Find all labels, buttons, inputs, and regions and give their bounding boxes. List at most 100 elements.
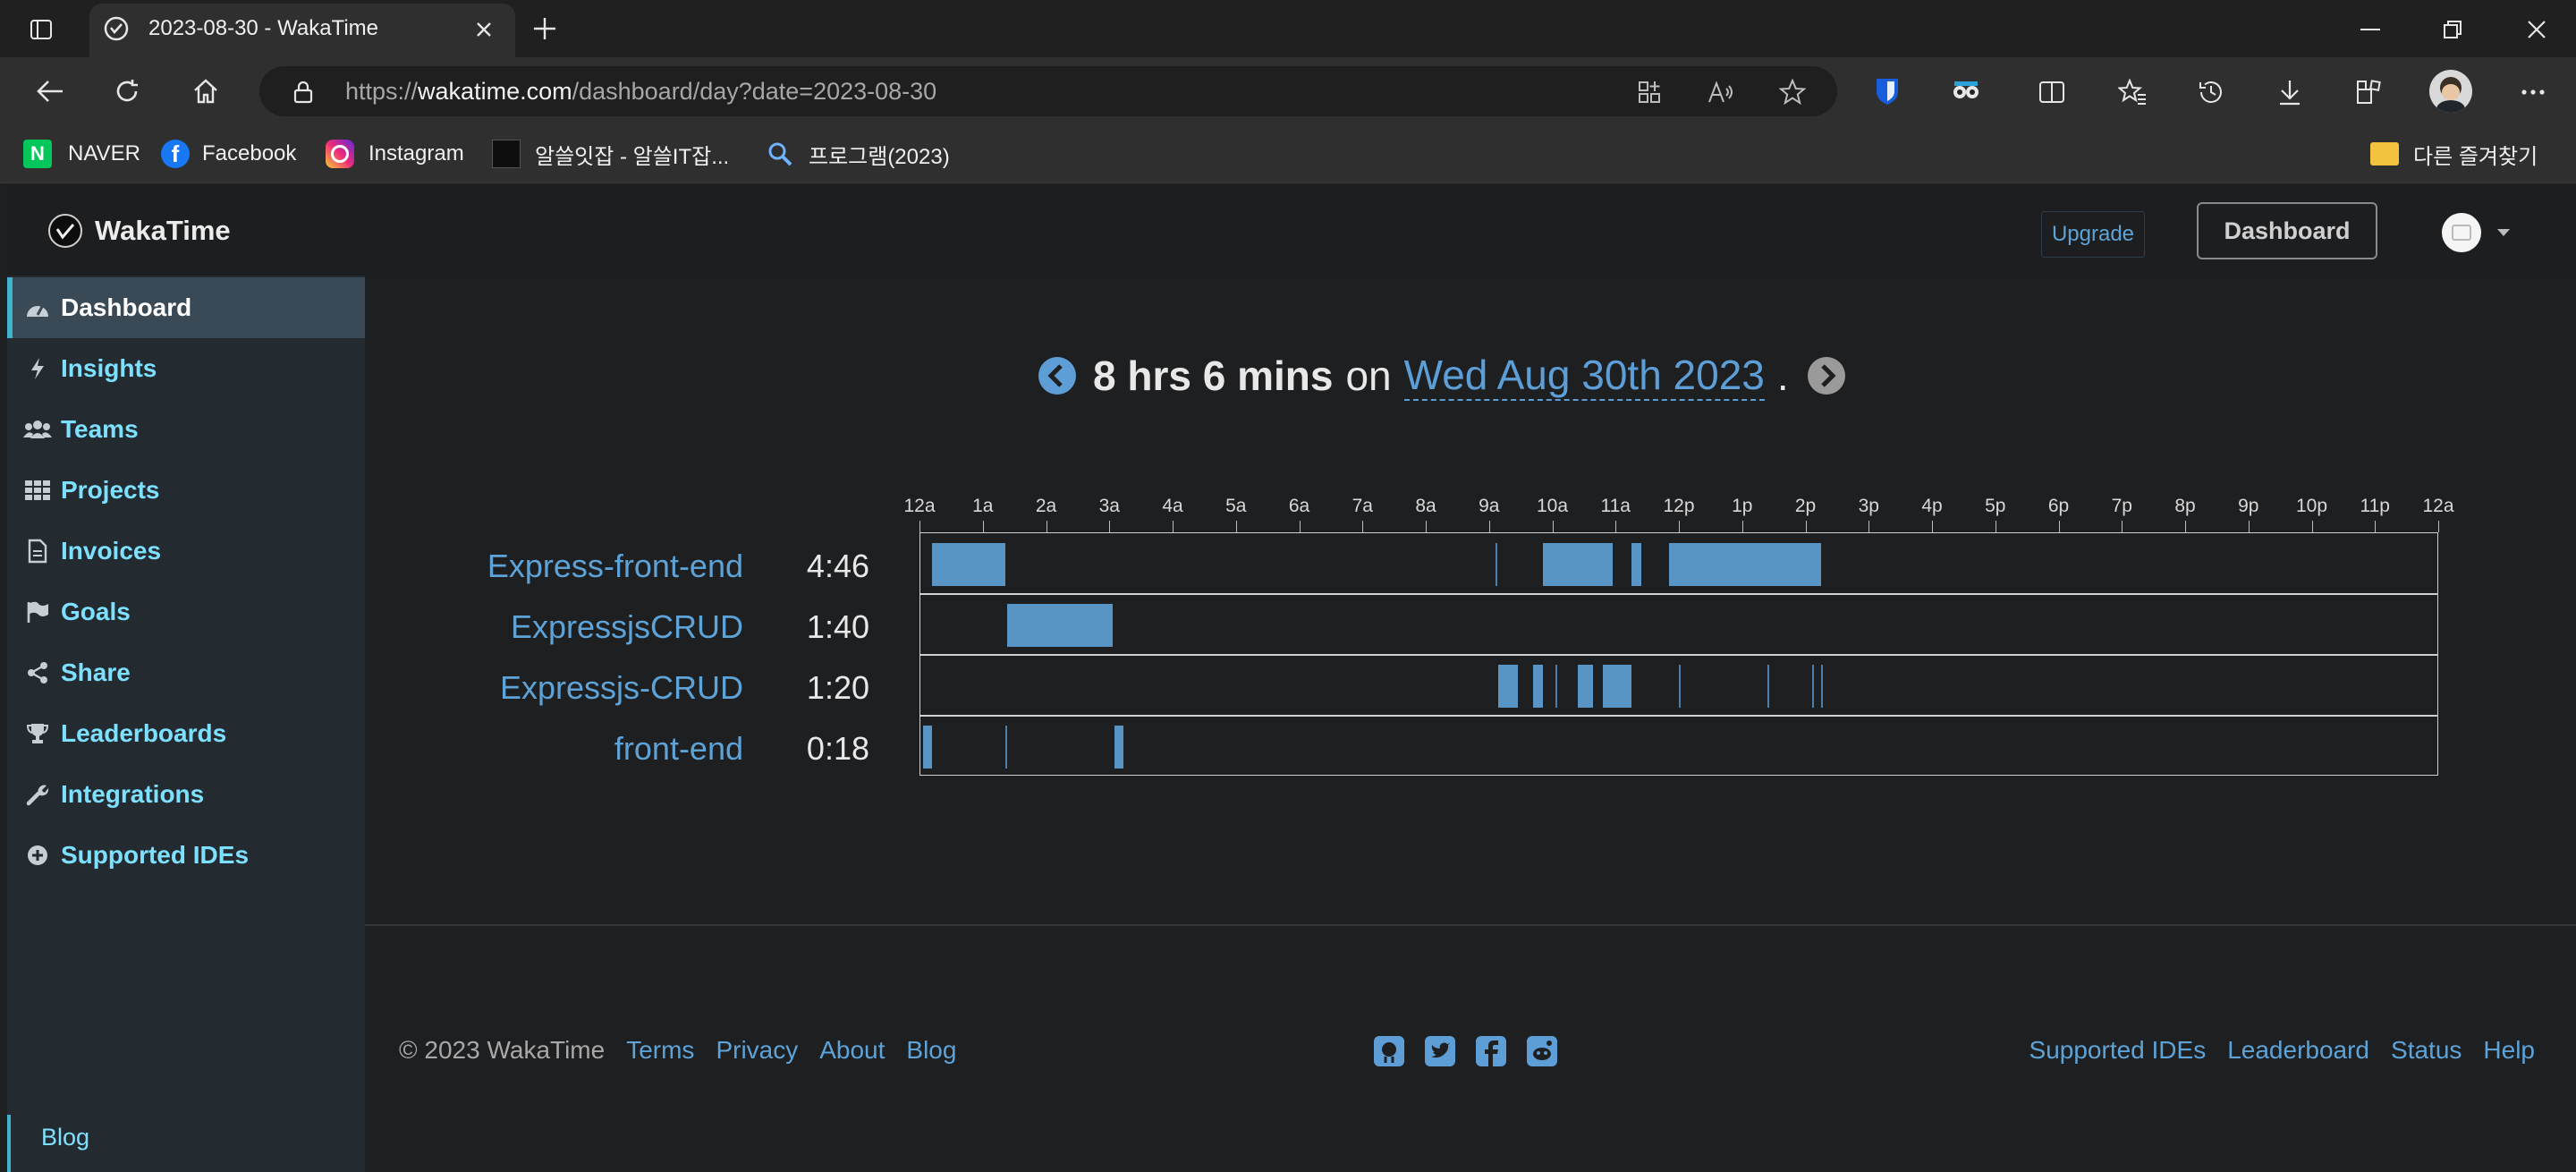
wakatime-logo-icon (48, 214, 82, 248)
bookmark-facebook[interactable]: f Facebook (161, 138, 296, 170)
apps-icon[interactable] (1633, 77, 1665, 107)
previous-day-icon[interactable] (1038, 356, 1077, 395)
sidebar-item-leaderboards[interactable]: Leaderboards (7, 703, 365, 764)
activity-bar[interactable] (1006, 604, 1113, 647)
reddit-icon[interactable] (1527, 1036, 1557, 1066)
sidebar-item-integrations[interactable]: Integrations (7, 764, 365, 825)
project-link-front-end[interactable]: front-end (614, 730, 743, 768)
share-icon (23, 661, 52, 684)
split-screen-icon[interactable] (2036, 77, 2068, 107)
about-link[interactable]: About (819, 1036, 885, 1065)
activity-bar[interactable] (1495, 543, 1497, 586)
activity-bar[interactable] (1679, 665, 1681, 708)
project-link-expressjs-crud[interactable]: Expressjs-CRUD (500, 669, 743, 707)
read-aloud-icon[interactable] (1705, 77, 1737, 107)
activity-bar[interactable] (1114, 726, 1123, 769)
project-link-expressjscrud[interactable]: ExpressjsCRUD (511, 608, 743, 646)
help-link[interactable]: Help (2483, 1036, 2535, 1065)
activity-bar[interactable] (1631, 543, 1641, 586)
hour-tick-mark (1046, 521, 1047, 532)
hour-tick-label: 1a (972, 496, 994, 516)
leaderboard-link[interactable]: Leaderboard (2227, 1036, 2369, 1065)
activity-bar[interactable] (1004, 726, 1007, 769)
sidebar-item-label: Teams (61, 415, 139, 443)
sidebar-item-invoices[interactable]: Invoices (7, 521, 365, 582)
activity-bar[interactable] (1669, 543, 1822, 586)
minimize-icon[interactable] (2352, 14, 2388, 45)
activity-bar[interactable] (1821, 665, 1824, 708)
bookmark-alsseul[interactable]: 알쓸잇잡 - 알쓸IT잡... (492, 138, 729, 170)
hour-tick-mark (1932, 521, 1933, 532)
close-tab-icon[interactable] (470, 16, 497, 43)
activity-bar[interactable] (1555, 665, 1558, 708)
extension-icon[interactable] (1950, 75, 1982, 107)
footer-left: © 2023 WakaTime Terms Privacy About Blog (399, 1036, 956, 1065)
activity-bar[interactable] (1498, 665, 1518, 708)
hour-tick-mark (1173, 521, 1174, 532)
profile-avatar[interactable] (2429, 70, 2472, 113)
supported-ides-link[interactable]: Supported IDEs (2029, 1036, 2207, 1065)
project-time: 1:40 (806, 608, 869, 645)
sidebar-item-label: Leaderboards (61, 719, 227, 747)
privacy-link[interactable]: Privacy (716, 1036, 798, 1065)
next-day-icon[interactable] (1807, 356, 1846, 395)
favorite-star-icon[interactable] (1776, 77, 1809, 107)
project-time: 0:18 (806, 730, 869, 767)
new-tab-icon[interactable] (530, 13, 560, 44)
bitwarden-extension-icon[interactable] (1871, 75, 1903, 107)
activity-bar[interactable] (1533, 665, 1543, 708)
trophy-icon (23, 722, 52, 745)
favorites-icon[interactable] (2116, 77, 2148, 107)
hour-tick-mark (1488, 521, 1490, 532)
activity-bar[interactable] (1767, 665, 1770, 708)
hour-tick-label: 6a (1288, 496, 1310, 516)
other-favorites[interactable]: 다른 즐겨찾기 (2370, 138, 2538, 170)
project-link-express-front-end[interactable]: Express-front-end (487, 548, 743, 585)
sidebar-item-teams[interactable]: Teams (7, 399, 365, 460)
sidebar-blog-link[interactable]: Blog (41, 1124, 89, 1151)
dashboard-button[interactable]: Dashboard (2197, 202, 2377, 259)
back-icon[interactable] (32, 75, 68, 107)
activity-bar[interactable] (1811, 665, 1814, 708)
activity-bar[interactable] (922, 726, 933, 769)
activity-bar[interactable] (1542, 543, 1613, 586)
plus-circle-icon (23, 845, 52, 866)
bookmark-naver[interactable]: N NAVER (23, 138, 140, 170)
close-window-icon[interactable] (2519, 14, 2555, 45)
activity-bar[interactable] (1577, 665, 1594, 708)
downloads-icon[interactable] (2274, 77, 2306, 107)
sidebar-item-label: Dashboard (61, 293, 192, 321)
history-icon[interactable] (2195, 77, 2227, 107)
activity-bar[interactable] (932, 543, 1005, 586)
sidebar-item-insights[interactable]: Insights (7, 338, 365, 399)
extensions-icon[interactable] (2352, 77, 2385, 107)
sidebar-item-share[interactable]: Share (7, 642, 365, 703)
sidebar-item-dashboard[interactable]: Dashboard (7, 277, 365, 338)
sidebar-item-projects[interactable]: Projects (7, 460, 365, 521)
status-link[interactable]: Status (2391, 1036, 2462, 1065)
upgrade-button[interactable]: Upgrade (2041, 211, 2145, 258)
terms-link[interactable]: Terms (626, 1036, 694, 1065)
sidebar-item-goals[interactable]: Goals (7, 582, 365, 642)
bookmark-instagram[interactable]: Instagram (326, 138, 464, 170)
hour-tick-label: 5p (1985, 496, 2006, 516)
wakatime-favicon (102, 14, 131, 43)
url-text[interactable]: https://wakatime.com/dashboard/day?date=… (345, 78, 936, 106)
timeline-row-divider (919, 593, 2438, 595)
home-icon[interactable] (188, 75, 224, 107)
facebook-icon[interactable] (1476, 1036, 1506, 1066)
user-menu[interactable] (2442, 213, 2522, 252)
date-picker[interactable]: Wed Aug 30th 2023 (1403, 351, 1765, 401)
bookmark-program[interactable]: 프로그램(2023) (766, 138, 950, 170)
activity-bar[interactable] (1603, 665, 1631, 708)
twitter-icon[interactable] (1425, 1036, 1455, 1066)
lock-icon[interactable] (288, 77, 318, 107)
wakatime-logo[interactable]: WakaTime (47, 211, 231, 251)
sidebar-item-supported-ides[interactable]: Supported IDEs (7, 825, 365, 886)
restore-icon[interactable] (2435, 14, 2470, 45)
refresh-icon[interactable] (109, 75, 145, 107)
github-icon[interactable] (1374, 1036, 1404, 1066)
blog-link[interactable]: Blog (906, 1036, 956, 1065)
tab-actions-icon[interactable] (27, 15, 55, 44)
more-options-icon[interactable] (2515, 77, 2551, 107)
